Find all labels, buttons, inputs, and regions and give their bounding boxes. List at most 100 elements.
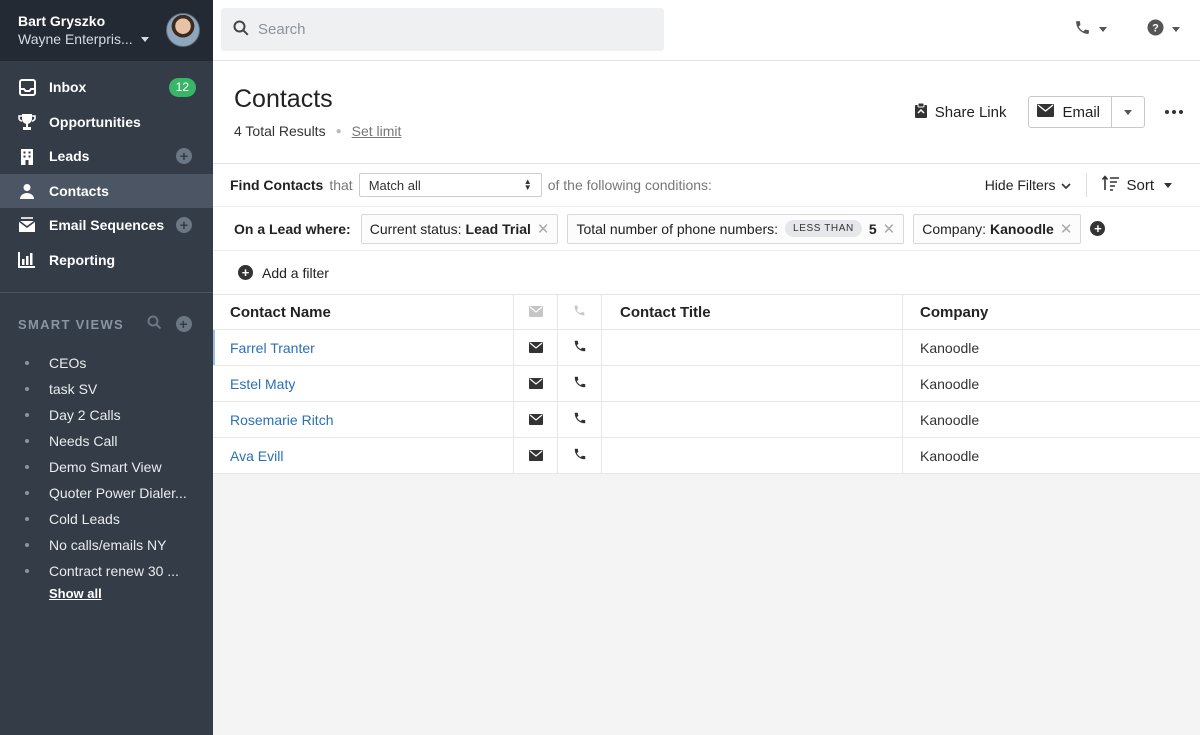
table-row[interactable]: Rosemarie Ritch Kanoodle [213,402,1200,438]
share-link-button[interactable]: Share Link [913,102,1006,123]
phone-icon [1074,19,1091,39]
close-icon[interactable]: ✕ [1060,220,1073,238]
svg-text:?: ? [1152,23,1159,35]
add-sequence-icon[interactable]: + [176,217,192,234]
trophy-icon [18,113,36,131]
chevron-down-icon [1172,26,1180,32]
set-limit-link[interactable]: Set limit [352,123,402,139]
contacts-table: Contact Name Contact Title Company Farre… [213,295,1200,474]
phone-icon [573,304,586,321]
chevron-down-icon [1061,177,1072,193]
envelope-icon [1037,103,1055,121]
smart-view-item[interactable]: Quoter Power Dialer... [0,480,213,506]
chevron-down-icon [1099,26,1107,32]
results-summary: 4 Total Results ● Set limit [234,123,402,139]
phone-icon[interactable] [573,375,587,392]
envelope-icon[interactable] [528,448,543,464]
lead-where-label: On a Lead where: [234,220,351,237]
smart-view-item[interactable]: Cold Leads [0,506,213,532]
page-title: Contacts [234,85,333,113]
table-row[interactable]: Estel Maty Kanoodle [213,366,1200,402]
smart-views-heading: SMART VIEWS + [0,303,213,345]
nav-item-email-sequences[interactable]: Email Sequences + [0,208,213,243]
envelope-icon[interactable] [528,412,543,428]
inbox-count-badge: 12 [168,77,196,97]
nav-item-reporting[interactable]: Reporting [0,243,213,278]
smart-view-item[interactable]: Day 2 Calls [0,402,213,428]
top-bar: ? [213,0,1200,61]
avatar[interactable] [166,13,200,47]
nav-item-inbox[interactable]: Inbox 12 [0,70,213,105]
help-menu[interactable]: ? [1147,19,1180,39]
column-header-name[interactable]: Contact Name [213,295,514,329]
nav-item-leads[interactable]: Leads + [0,139,213,174]
contact-title-cell [602,366,903,401]
smart-view-item[interactable]: Contract renew 30 ... [0,558,213,584]
nav-item-opportunities[interactable]: Opportunities [0,105,213,140]
smart-view-item[interactable]: CEOs [0,350,213,376]
operator-badge: LESS THAN [785,220,862,237]
lead-conditions-row: On a Lead where: Current status: Lead Tr… [213,207,1200,251]
smart-view-item[interactable]: No calls/emails NY [0,532,213,558]
bar-chart-icon [18,251,36,269]
email-button[interactable]: Email [1029,97,1112,127]
filter-chip-phone-count[interactable]: Total number of phone numbers: LESS THAN… [567,213,905,244]
envelope-icon[interactable] [528,376,543,392]
page-header: Contacts 4 Total Results ● Set limit Sha… [213,61,1200,164]
close-icon[interactable]: ✕ [883,220,896,238]
account-switcher[interactable]: Bart Gryszko Wayne Enterpris... [0,0,213,61]
search-input[interactable] [258,21,638,38]
clipboard-icon [913,102,929,123]
phone-icon[interactable] [573,339,587,356]
chevron-down-icon [140,36,149,42]
smart-view-item[interactable]: Needs Call [0,428,213,454]
filter-match-row: Find Contacts that Match all ▲ ▼ of the f… [213,164,1200,207]
select-arrows-icon: ▲ ▼ [523,177,532,192]
contact-name-link[interactable]: Rosemarie Ritch [230,412,333,428]
person-icon [18,182,36,200]
filters-panel: Find Contacts that Match all ▲ ▼ of the f… [213,164,1200,295]
close-icon[interactable]: ✕ [537,220,550,238]
email-button-group: Email [1028,96,1145,128]
add-lead-icon[interactable]: + [176,148,192,165]
contact-name-link[interactable]: Farrel Tranter [230,340,315,356]
sort-button[interactable]: Sort [1102,175,1172,195]
hide-filters-button[interactable]: Hide Filters [985,173,1088,197]
filter-chip-company[interactable]: Company: Kanoodle ✕ [913,213,1082,244]
main-nav: Inbox 12 Opportunities Leads + Contacts [0,61,213,277]
table-header-row: Contact Name Contact Title Company [213,295,1200,330]
smart-view-item[interactable]: Demo Smart View [0,454,213,480]
email-dropdown-button[interactable] [1112,97,1144,127]
filter-chip-status[interactable]: Current status: Lead Trial ✕ [360,213,559,244]
column-header-email[interactable] [514,295,558,329]
match-select[interactable]: Match all ▲ ▼ [358,173,542,197]
nav-item-contacts[interactable]: Contacts [0,173,213,208]
column-header-title[interactable]: Contact Title [602,295,903,329]
table-row[interactable]: Farrel Tranter Kanoodle [213,330,1200,366]
total-results: 4 Total Results [234,123,326,139]
contact-title-cell [602,330,903,365]
search-icon[interactable] [147,315,162,333]
chevron-down-icon [1124,109,1132,115]
phone-icon[interactable] [573,447,587,464]
table-row[interactable]: Ava Evill Kanoodle [213,438,1200,474]
more-options-icon[interactable] [1165,110,1183,114]
column-header-company[interactable]: Company [903,295,1200,329]
contact-name-link[interactable]: Estel Maty [230,376,295,392]
column-header-phone[interactable] [558,295,602,329]
find-contacts-label: Find Contacts [230,177,324,193]
smart-view-item[interactable]: task SV [0,376,213,402]
add-smart-view-icon[interactable]: + [176,316,192,332]
envelope-icon[interactable] [528,340,543,356]
add-condition-icon[interactable]: + [1090,221,1106,236]
contact-name-link[interactable]: Ava Evill [230,448,283,464]
search-box[interactable] [221,8,664,51]
phone-icon[interactable] [573,411,587,428]
show-all-link[interactable]: Show all [49,586,213,601]
contact-title-cell [602,402,903,437]
phone-menu[interactable] [1074,19,1107,39]
add-filter-button[interactable]: + Add a filter [213,251,1200,294]
envelope-stack-icon [18,216,36,234]
chevron-down-icon [1164,182,1172,188]
inbox-icon [18,78,36,96]
